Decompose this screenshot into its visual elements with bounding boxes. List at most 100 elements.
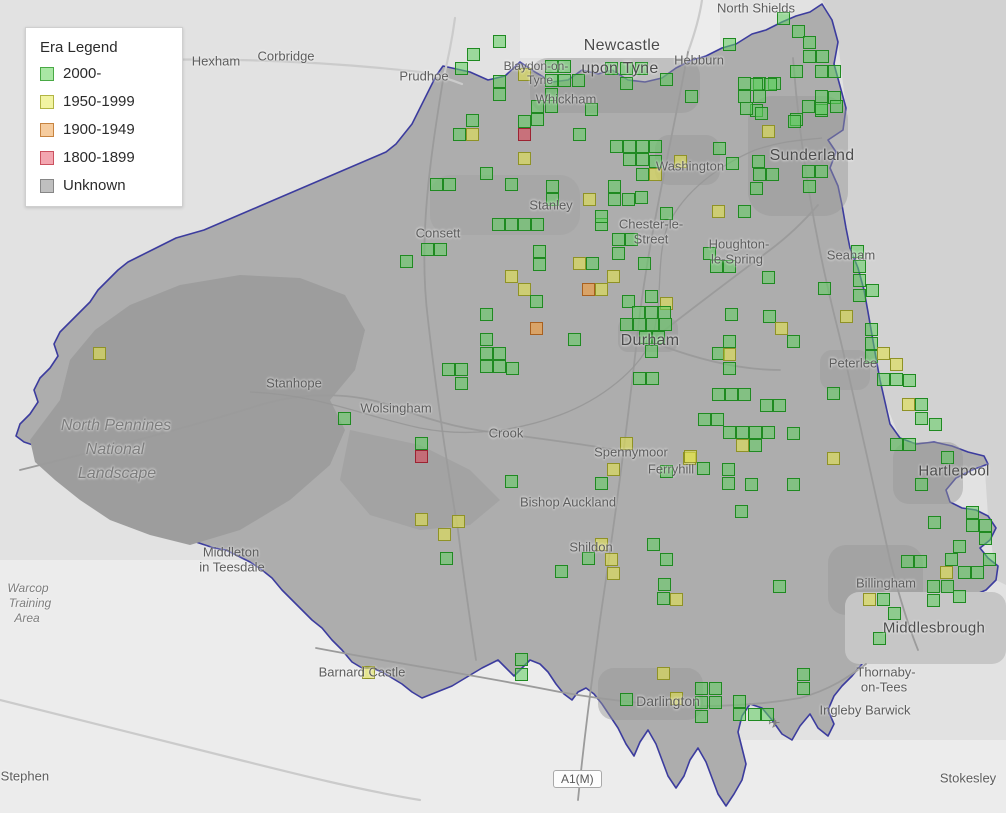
era-square[interactable] <box>752 155 765 168</box>
era-square[interactable] <box>740 102 753 115</box>
era-square[interactable] <box>674 155 687 168</box>
era-square[interactable] <box>605 553 618 566</box>
era-square[interactable] <box>828 65 841 78</box>
era-square[interactable] <box>415 450 428 463</box>
era-square[interactable] <box>660 207 673 220</box>
era-square[interactable] <box>941 451 954 464</box>
era-square[interactable] <box>453 128 466 141</box>
era-square[interactable] <box>610 140 623 153</box>
era-square[interactable] <box>607 463 620 476</box>
era-square[interactable] <box>466 128 479 141</box>
era-square[interactable] <box>777 12 790 25</box>
era-square[interactable] <box>953 590 966 603</box>
era-square[interactable] <box>766 168 779 181</box>
era-square[interactable] <box>738 388 751 401</box>
era-square[interactable] <box>979 519 992 532</box>
era-square[interactable] <box>723 426 736 439</box>
era-square[interactable] <box>480 167 493 180</box>
era-square[interactable] <box>480 360 493 373</box>
era-square[interactable] <box>638 257 651 270</box>
era-square[interactable] <box>863 593 876 606</box>
era-square[interactable] <box>710 260 723 273</box>
era-square[interactable] <box>338 412 351 425</box>
era-square[interactable] <box>815 102 828 115</box>
era-square[interactable] <box>802 100 815 113</box>
era-square[interactable] <box>890 438 903 451</box>
era-square[interactable] <box>493 347 506 360</box>
era-square[interactable] <box>749 439 762 452</box>
era-square[interactable] <box>595 210 608 223</box>
era-square[interactable] <box>877 347 890 360</box>
era-square[interactable] <box>723 362 736 375</box>
era-square[interactable] <box>620 62 633 75</box>
era-square[interactable] <box>568 333 581 346</box>
era-square[interactable] <box>466 114 479 127</box>
era-square[interactable] <box>530 295 543 308</box>
era-square[interactable] <box>572 74 585 87</box>
era-square[interactable] <box>971 566 984 579</box>
era-square[interactable] <box>940 566 953 579</box>
era-square[interactable] <box>733 695 746 708</box>
era-square[interactable] <box>455 363 468 376</box>
era-square[interactable] <box>493 88 506 101</box>
era-square[interactable] <box>620 437 633 450</box>
era-square[interactable] <box>709 682 722 695</box>
era-square[interactable] <box>890 358 903 371</box>
era-square[interactable] <box>531 113 544 126</box>
era-square[interactable] <box>400 255 413 268</box>
era-square[interactable] <box>762 426 775 439</box>
era-square[interactable] <box>745 478 758 491</box>
era-square[interactable] <box>735 505 748 518</box>
era-square[interactable] <box>586 257 599 270</box>
era-square[interactable] <box>723 348 736 361</box>
era-square[interactable] <box>713 142 726 155</box>
era-square[interactable] <box>830 100 843 113</box>
era-square[interactable] <box>659 318 672 331</box>
era-square[interactable] <box>480 347 493 360</box>
era-square[interactable] <box>966 506 979 519</box>
era-square[interactable] <box>518 152 531 165</box>
era-square[interactable] <box>903 438 916 451</box>
era-square[interactable] <box>827 387 840 400</box>
era-square[interactable] <box>605 62 618 75</box>
era-square[interactable] <box>722 477 735 490</box>
era-square[interactable] <box>657 592 670 605</box>
era-square[interactable] <box>620 77 633 90</box>
era-square[interactable] <box>452 515 465 528</box>
era-square[interactable] <box>827 452 840 465</box>
era-square[interactable] <box>787 427 800 440</box>
era-square[interactable] <box>493 75 506 88</box>
era-square[interactable] <box>531 218 544 231</box>
era-square[interactable] <box>647 538 660 551</box>
era-square[interactable] <box>903 374 916 387</box>
era-square[interactable] <box>928 516 941 529</box>
era-square[interactable] <box>546 180 559 193</box>
era-square[interactable] <box>639 331 652 344</box>
era-square[interactable] <box>712 388 725 401</box>
era-square[interactable] <box>623 153 636 166</box>
era-square[interactable] <box>595 538 608 551</box>
era-square[interactable] <box>851 245 864 258</box>
era-square[interactable] <box>649 140 662 153</box>
era-square[interactable] <box>660 73 673 86</box>
era-square[interactable] <box>929 418 942 431</box>
era-square[interactable] <box>545 100 558 113</box>
era-square[interactable] <box>531 100 544 113</box>
era-square[interactable] <box>709 696 722 709</box>
era-square[interactable] <box>658 578 671 591</box>
era-square[interactable] <box>607 270 620 283</box>
era-square[interactable] <box>633 372 646 385</box>
era-square[interactable] <box>546 193 559 206</box>
era-square[interactable] <box>573 257 586 270</box>
era-square[interactable] <box>652 331 665 344</box>
era-square[interactable] <box>434 243 447 256</box>
era-square[interactable] <box>753 90 766 103</box>
era-square[interactable] <box>635 191 648 204</box>
era-square[interactable] <box>612 233 625 246</box>
era-square[interactable] <box>415 513 428 526</box>
era-square[interactable] <box>802 165 815 178</box>
era-square[interactable] <box>915 398 928 411</box>
era-square[interactable] <box>927 580 940 593</box>
era-square[interactable] <box>518 68 531 81</box>
era-square[interactable] <box>493 360 506 373</box>
